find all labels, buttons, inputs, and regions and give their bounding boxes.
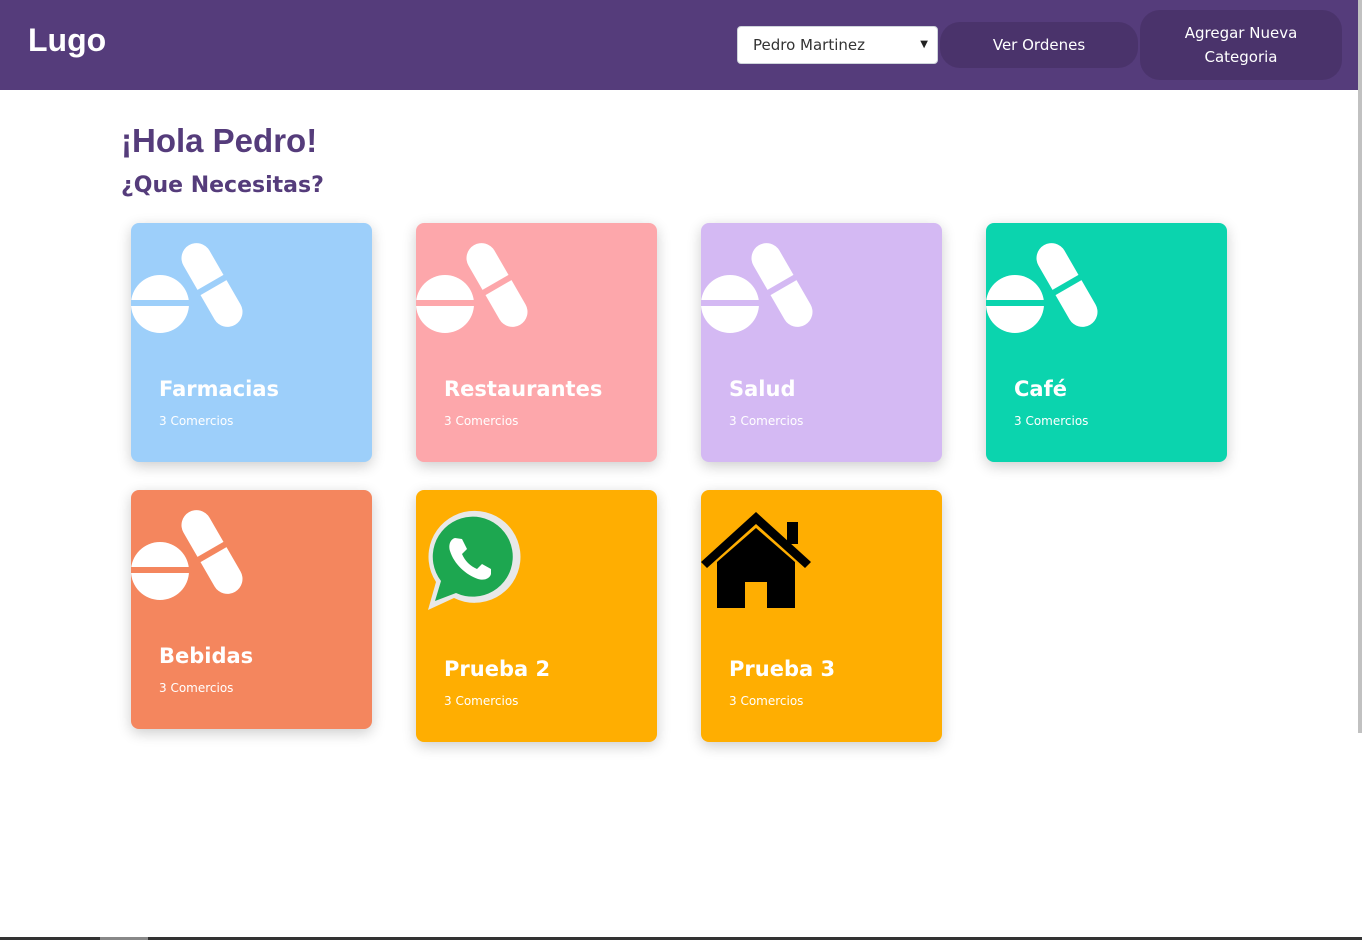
user-select[interactable]: Pedro Martinez ▼ [737,26,938,64]
add-category-button[interactable]: Agregar Nueva Categoria [1140,10,1342,80]
category-title: Prueba 3 [729,657,836,681]
view-orders-button[interactable]: Ver Ordenes [940,22,1138,68]
pills-icon [131,504,243,604]
category-card-prueba-2[interactable]: Prueba 2 3 Comercios [416,490,657,742]
pills-icon [416,237,528,337]
category-card-restaurantes[interactable]: Restaurantes 3 Comercios [416,223,657,462]
brand-logo[interactable]: Lugo [28,22,106,59]
category-count: 3 Comercios [159,681,234,695]
chevron-down-icon: ▼ [920,39,928,50]
navbar: Lugo Pedro Martinez ▼ Ver Ordenes Agrega… [0,0,1358,90]
whatsapp-icon [420,508,522,612]
category-title: Bebidas [159,644,254,668]
pills-icon [131,237,243,337]
category-count: 3 Comercios [444,694,519,708]
category-count: 3 Comercios [729,414,804,428]
subtitle-heading: ¿Que Necesitas? [121,173,324,198]
pills-icon [701,237,813,337]
greeting-heading: ¡Hola Pedro! [121,122,318,159]
category-title: Salud [729,377,796,401]
category-count: 3 Comercios [729,694,804,708]
category-title: Restaurantes [444,377,603,401]
scrollbar[interactable] [1358,0,1362,733]
category-card-cafe[interactable]: Café 3 Comercios [986,223,1227,462]
category-card-farmacias[interactable]: Farmacias 3 Comercios [131,223,372,462]
category-card-salud[interactable]: Salud 3 Comercios [701,223,942,462]
category-title: Café [1014,377,1067,401]
category-title: Farmacias [159,377,280,401]
category-count: 3 Comercios [444,414,519,428]
user-select-value: Pedro Martinez [753,36,866,54]
category-count: 3 Comercios [1014,414,1089,428]
category-count: 3 Comercios [159,414,234,428]
pills-icon [986,237,1098,337]
category-card-bebidas[interactable]: Bebidas 3 Comercios [131,490,372,729]
house-icon [701,512,811,610]
category-title: Prueba 2 [444,657,551,681]
category-card-prueba-3[interactable]: Prueba 3 3 Comercios [701,490,942,742]
